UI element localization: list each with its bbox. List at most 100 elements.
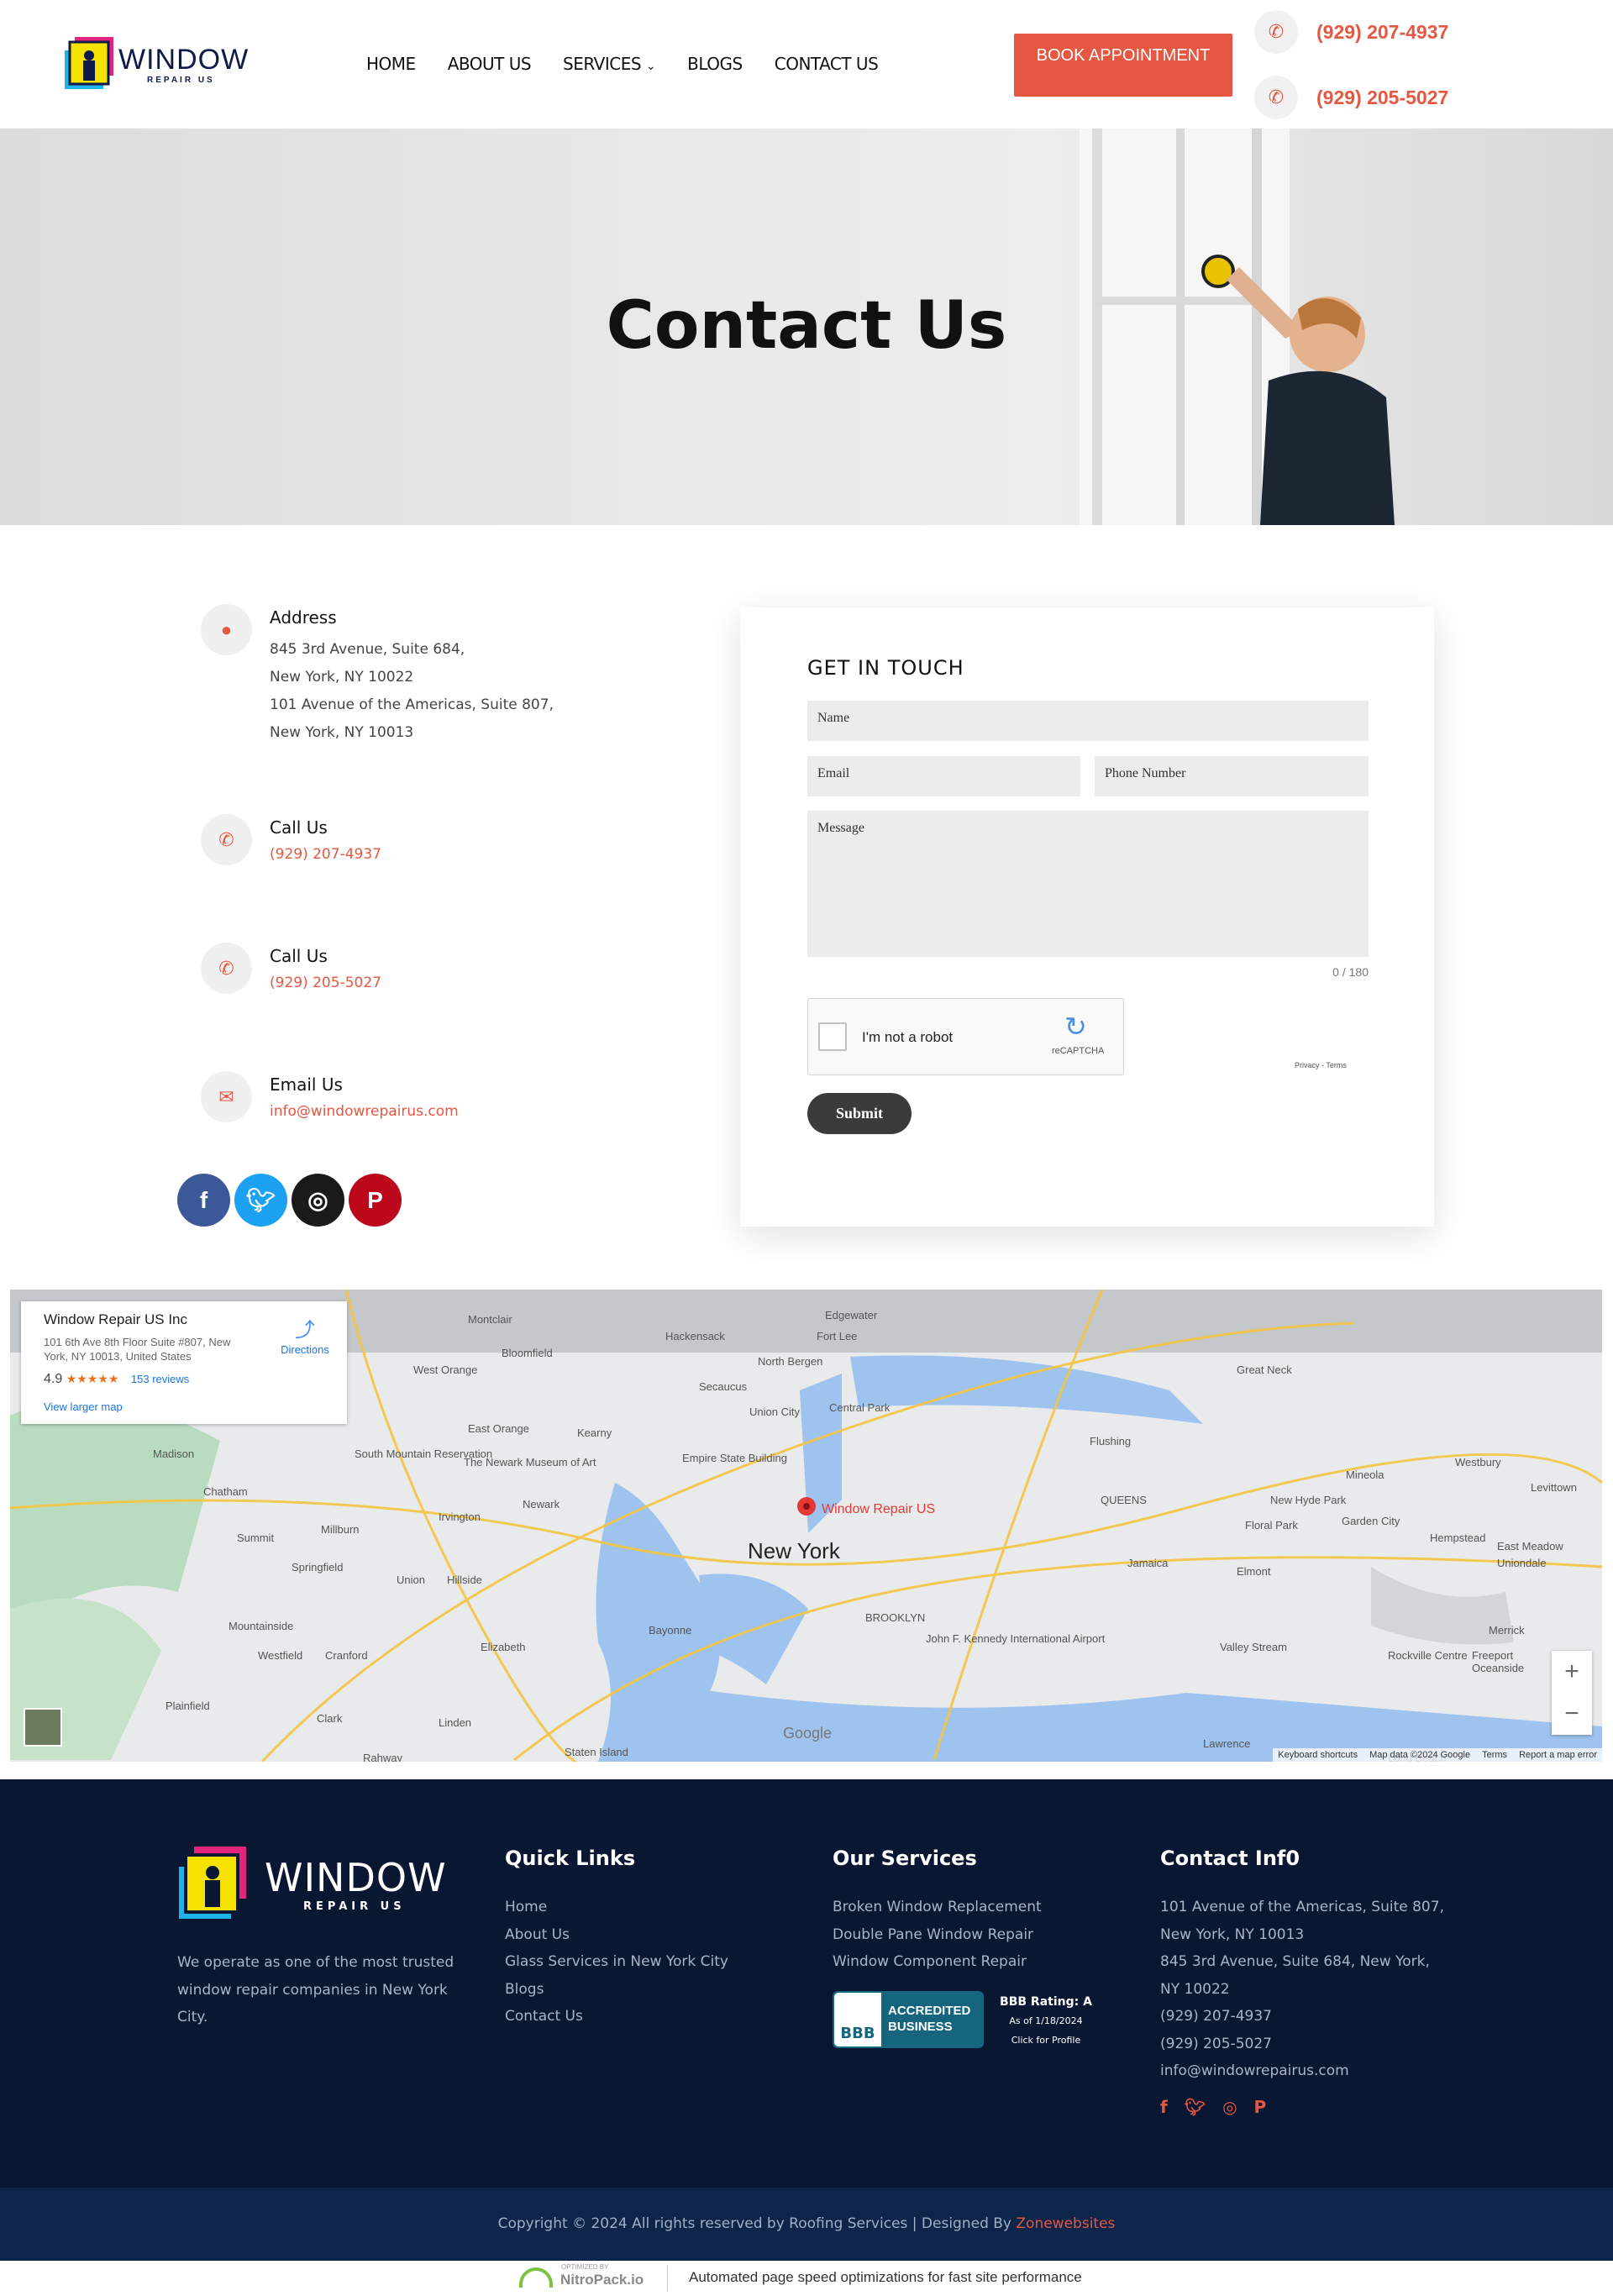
map-info-card: Window Repair US Inc 101 6th Ave 8th Flo… — [21, 1301, 347, 1424]
keyboard-shortcuts-link[interactable]: Keyboard shortcuts — [1278, 1750, 1358, 1760]
nav-about[interactable]: ABOUT US — [448, 54, 532, 74]
address-block: ● Address 845 3rd Avenue, Suite 684, New … — [201, 604, 554, 747]
logo-icon — [179, 1847, 246, 1919]
footer-link-contact[interactable]: Contact Us — [505, 2003, 728, 2031]
nitropack-bar: OPTIMIZED BY NitroPack.io Automated page… — [0, 2261, 1613, 2296]
service-link[interactable]: Broken Window Replacement — [833, 1894, 1101, 1921]
zoom-controls: + − — [1552, 1651, 1592, 1735]
map-place-label: Westbury — [1455, 1456, 1501, 1468]
place-name: Window Repair US Inc — [44, 1311, 188, 1327]
map-place-label: Cranford — [325, 1649, 368, 1662]
map-place-label: New Hyde Park — [1270, 1494, 1347, 1506]
reviews-link[interactable]: 153 reviews — [131, 1373, 189, 1385]
map-place-label: Springfield — [292, 1561, 343, 1574]
nitro-brand[interactable]: NitroPack.io — [560, 2272, 644, 2288]
logo[interactable]: WINDOW REPAIR US — [63, 35, 248, 94]
map-place-label: Elmont — [1237, 1565, 1271, 1578]
directions-button[interactable]: ⤴ Directions — [271, 1313, 339, 1358]
address-line: 845 3rd Avenue, Suite 684, — [270, 641, 465, 658]
designer-link[interactable]: Zonewebsites — [1016, 2215, 1115, 2232]
footer-address: 101 Avenue of the Americas, Suite 807, — [1160, 1899, 1444, 1915]
quick-links-title: Quick Links — [505, 1847, 636, 1870]
recaptcha-privacy-terms[interactable]: Privacy - Terms — [1295, 1061, 1347, 1069]
header-phone-2[interactable]: ✆ (929) 205-5027 — [1254, 76, 1506, 119]
book-appointment-button[interactable]: BOOK APPOINTMENT — [1014, 34, 1232, 97]
footer-phone[interactable]: (929) 207-4937 — [1160, 2003, 1444, 2031]
footer-link-about[interactable]: About Us — [505, 1921, 728, 1949]
footer-about-text: We operate as one of the most trusted wi… — [177, 1954, 454, 2025]
map-place-label: Bayonne — [649, 1624, 691, 1637]
service-link[interactable]: Double Pane Window Repair — [833, 1921, 1101, 1949]
nav-services[interactable]: SERVICES ⌄ — [563, 54, 656, 74]
satellite-toggle[interactable] — [24, 1708, 62, 1747]
placeholder: Email — [817, 766, 850, 780]
footer-link-blogs[interactable]: Blogs — [505, 1976, 728, 2004]
recaptcha-brand: reCAPTCHA — [1052, 1046, 1105, 1056]
recaptcha-widget: I'm not a robot ↻ reCAPTCHA — [807, 998, 1124, 1075]
bbb-badge[interactable]: BBB ACCREDITED BUSINESS BBB Rating: A As o… — [833, 1990, 1101, 2050]
recaptcha-checkbox[interactable] — [818, 1022, 847, 1051]
map-place-label: North Bergen — [758, 1355, 822, 1368]
message-textarea[interactable]: Message — [807, 811, 1369, 957]
facebook-icon[interactable]: f — [1160, 2097, 1168, 2117]
terms-link[interactable]: Terms — [1482, 1750, 1507, 1760]
zoom-out-button[interactable]: − — [1552, 1693, 1592, 1735]
char-counter: 0 / 180 — [1332, 965, 1369, 979]
map-pin-label[interactable]: Window Repair US — [822, 1502, 935, 1516]
logo-text: WINDOW — [118, 44, 250, 76]
nitro-tagline: Automated page speed optimizations for f… — [689, 2269, 1082, 2285]
map-place-label: John F. Kennedy International Airport — [926, 1632, 1106, 1645]
footer-email[interactable]: info@windowrepairus.com — [1160, 2057, 1444, 2085]
bbb-badge-text: BUSINESS — [888, 2019, 953, 2034]
map-place-label: West Orange — [413, 1363, 477, 1376]
header-phone-1[interactable]: ✆ (929) 207-4937 — [1254, 10, 1506, 54]
map-place-label: Flushing — [1090, 1435, 1131, 1447]
email-link[interactable]: info@windowrepairus.com — [270, 1103, 459, 1120]
copyright-bar: Copyright © 2024 All rights reserved by … — [0, 2188, 1613, 2261]
zoom-in-button[interactable]: + — [1552, 1651, 1592, 1693]
map-place-label: Oceanside — [1472, 1662, 1524, 1674]
map-place-label: Bloomfield — [502, 1347, 553, 1359]
footer-logo[interactable]: WINDOW REPAIR US — [177, 1845, 454, 1929]
site-header: WINDOW REPAIR US HOME ABOUT US SERVICES … — [0, 0, 1613, 129]
phone-link[interactable]: (929) 207-4937 — [270, 846, 381, 863]
map-place-label: East Meadow — [1497, 1540, 1563, 1553]
nav-home[interactable]: HOME — [366, 54, 416, 74]
map-place-label: QUEENS — [1101, 1494, 1147, 1506]
map-place-label: Uniondale — [1497, 1557, 1547, 1569]
nav-blogs[interactable]: BLOGS — [687, 54, 743, 74]
map-place-label: Millburn — [321, 1523, 360, 1536]
phone-input[interactable]: Phone Number — [1095, 756, 1369, 796]
recaptcha-logo-icon: ↻ — [1064, 1011, 1087, 1042]
map-place-label: Montclair — [468, 1313, 512, 1326]
bbb-profile-link[interactable]: Click for Profile — [1011, 2035, 1081, 2046]
divider — [667, 2266, 668, 2291]
google-map[interactable]: New York Newark BROOKLYN QUEENS Union City Ba… — [10, 1290, 1602, 1762]
page-title: Contact Us — [606, 288, 1007, 364]
phone-link[interactable]: (929) 205-5027 — [270, 975, 381, 991]
footer-link-glass[interactable]: Glass Services in New York City — [505, 1948, 728, 1976]
rating-stars: ★★★★★ — [66, 1372, 119, 1385]
name-input[interactable]: Name — [807, 701, 1369, 741]
submit-button[interactable]: Submit — [807, 1093, 912, 1134]
map-place-label: Plainfield — [166, 1700, 210, 1712]
instagram-icon[interactable]: ◎ — [292, 1174, 344, 1227]
map-place-label: Rahway — [363, 1752, 402, 1762]
email-block: ✉ Email Us info@windowrepairus.com — [201, 1071, 459, 1122]
map-place-label: Hillside — [447, 1574, 482, 1586]
contact-form-card: GET IN TOUCH Name Email Phone Number Mes… — [740, 607, 1434, 1227]
twitter-icon[interactable]: 🐦︎ — [1185, 2097, 1206, 2117]
footer-link-home[interactable]: Home — [505, 1894, 728, 1921]
view-larger-map-link[interactable]: View larger map — [44, 1400, 123, 1413]
service-link[interactable]: Window Component Repair — [833, 1948, 1101, 1976]
facebook-icon[interactable]: f — [177, 1174, 230, 1227]
pinterest-icon[interactable]: P — [1254, 2097, 1267, 2117]
twitter-icon[interactable]: 🐦︎ — [234, 1174, 287, 1227]
footer-phone[interactable]: (929) 205-5027 — [1160, 2031, 1444, 2058]
report-error-link[interactable]: Report a map error — [1519, 1750, 1597, 1760]
instagram-icon[interactable]: ◎ — [1222, 2097, 1237, 2117]
pinterest-icon[interactable]: P — [349, 1174, 402, 1227]
nav-contact[interactable]: CONTACT US — [775, 54, 879, 74]
logo-subtext: REPAIR US — [147, 76, 215, 85]
email-input[interactable]: Email — [807, 756, 1080, 796]
